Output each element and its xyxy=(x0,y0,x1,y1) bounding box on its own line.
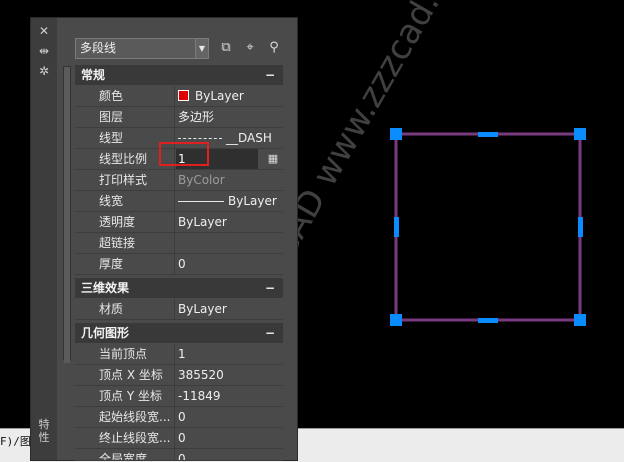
prop-value[interactable]: ByLayer xyxy=(176,191,283,211)
object-type-value: 多段线 xyxy=(80,41,117,55)
prop-value[interactable]: 多边形 xyxy=(176,107,283,127)
prop-value[interactable]: 0 xyxy=(176,407,283,427)
command-line-text: F)/图 xyxy=(0,435,31,448)
prop-value-text: ByLayer xyxy=(228,194,277,208)
prop-row-vertex-x[interactable]: 顶点 X 坐标 385520 xyxy=(75,365,283,386)
calculator-icon[interactable]: ▦ xyxy=(267,152,279,166)
close-icon[interactable]: ✕ xyxy=(36,24,52,38)
linetype-preview xyxy=(178,138,222,139)
palette-body: 多段线 ▼ ⧉ ⌖ ⚲ 常规 − 颜色 ByLayer 图层 多边形 线型 __… xyxy=(57,18,297,461)
grip-mid-right[interactable] xyxy=(578,217,583,237)
prop-value[interactable]: 1 xyxy=(176,344,283,364)
grip-bottom-left[interactable] xyxy=(390,314,402,326)
prop-label: 顶点 Y 坐标 xyxy=(75,386,175,406)
prop-row-vertex-y[interactable]: 顶点 Y 坐标 -11849 xyxy=(75,386,283,407)
grip-bottom-right[interactable] xyxy=(574,314,586,326)
prop-label: 打印样式 xyxy=(75,170,175,190)
palette-title: 特性 xyxy=(38,418,50,444)
prop-value-text: ByLayer xyxy=(195,89,244,103)
highlight-box xyxy=(159,142,209,166)
prop-value[interactable]: ByLayer xyxy=(176,212,283,232)
palette-title-strip: ✕ ⇹ ✲ 特性 xyxy=(31,18,58,460)
toggle-pickadd-icon[interactable]: ⧉ xyxy=(217,39,235,57)
prop-label: 厚度 xyxy=(75,254,175,274)
prop-value[interactable]: ByLayer xyxy=(176,86,283,106)
section-general[interactable]: 常规 − xyxy=(75,65,283,85)
prop-value[interactable]: ByLayer xyxy=(176,299,283,319)
prop-row-start-width[interactable]: 起始线段宽... 0 xyxy=(75,407,283,428)
prop-label: 透明度 xyxy=(75,212,175,232)
prop-value-text: __DASH xyxy=(226,131,272,145)
prop-label: 颜色 xyxy=(75,86,175,106)
prop-label: 线宽 xyxy=(75,191,175,211)
grip-mid-bottom[interactable] xyxy=(478,318,498,323)
collapse-icon[interactable]: − xyxy=(265,278,275,298)
autohide-icon[interactable]: ⇹ xyxy=(36,44,52,58)
collapse-icon[interactable]: − xyxy=(265,65,275,85)
color-swatch xyxy=(178,90,189,101)
prop-label: 全局宽度 xyxy=(75,449,175,460)
properties-palette: ✕ ⇹ ✲ 特性 多段线 ▼ ⧉ ⌖ ⚲ 常规 − 颜色 ByLayer 图层 … xyxy=(30,17,298,461)
prop-row-global-width[interactable]: 全局宽度 0 xyxy=(75,449,283,461)
prop-row-color[interactable]: 颜色 ByLayer xyxy=(75,86,283,107)
prop-label: 顶点 X 坐标 xyxy=(75,365,175,385)
prop-label: 终止线段宽... xyxy=(75,428,175,448)
prop-label: 图层 xyxy=(75,107,175,127)
prop-row-layer[interactable]: 图层 多边形 xyxy=(75,107,283,128)
section-geometry-title: 几何图形 xyxy=(81,326,130,340)
prop-label: 当前顶点 xyxy=(75,344,175,364)
chevron-down-icon[interactable]: ▼ xyxy=(195,38,209,59)
settings-icon[interactable]: ✲ xyxy=(36,64,52,78)
prop-value[interactable]: 385520 xyxy=(176,365,283,385)
select-objects-icon[interactable]: ⌖ xyxy=(241,39,259,57)
prop-value: ByColor xyxy=(178,173,225,187)
prop-row-current-vertex[interactable]: 当前顶点 1 xyxy=(75,344,283,365)
object-type-selector[interactable]: 多段线 ▼ xyxy=(75,38,209,59)
prop-label: 材质 xyxy=(75,299,175,319)
prop-value[interactable]: 0 xyxy=(176,254,283,274)
grip-mid-left[interactable] xyxy=(394,217,399,237)
prop-row-lineweight[interactable]: 线宽 ByLayer xyxy=(75,191,283,212)
prop-row-thickness[interactable]: 厚度 0 xyxy=(75,254,283,275)
section-geometry[interactable]: 几何图形 − xyxy=(75,323,283,343)
lineweight-preview xyxy=(178,201,224,202)
prop-value[interactable] xyxy=(176,233,283,253)
grip-mid-top[interactable] xyxy=(478,132,498,137)
prop-row-plotstyle[interactable]: 打印样式 ByColor xyxy=(75,170,283,191)
prop-row-transparency[interactable]: 透明度 ByLayer xyxy=(75,212,283,233)
palette-scrollbar[interactable] xyxy=(63,66,71,363)
prop-label: 超链接 xyxy=(75,233,175,253)
prop-label: 起始线段宽... xyxy=(75,407,175,427)
prop-value[interactable]: -11849 xyxy=(176,386,283,406)
prop-row-end-width[interactable]: 终止线段宽... 0 xyxy=(75,428,283,449)
prop-value[interactable]: 0 xyxy=(176,449,283,460)
section-general-title: 常规 xyxy=(81,68,106,82)
collapse-icon[interactable]: − xyxy=(265,323,275,343)
section-3d-title: 三维效果 xyxy=(81,281,130,295)
prop-value[interactable]: 0 xyxy=(176,428,283,448)
quick-select-icon[interactable]: ⚲ xyxy=(265,39,283,57)
grip-top-right[interactable] xyxy=(574,128,586,140)
prop-row-material[interactable]: 材质 ByLayer xyxy=(75,299,283,320)
polyline-square[interactable] xyxy=(394,132,582,322)
prop-row-hyperlink[interactable]: 超链接 xyxy=(75,233,283,254)
section-3d-effects[interactable]: 三维效果 − xyxy=(75,278,283,298)
scrollbar-thumb[interactable] xyxy=(64,67,70,363)
grip-top-left[interactable] xyxy=(390,128,402,140)
